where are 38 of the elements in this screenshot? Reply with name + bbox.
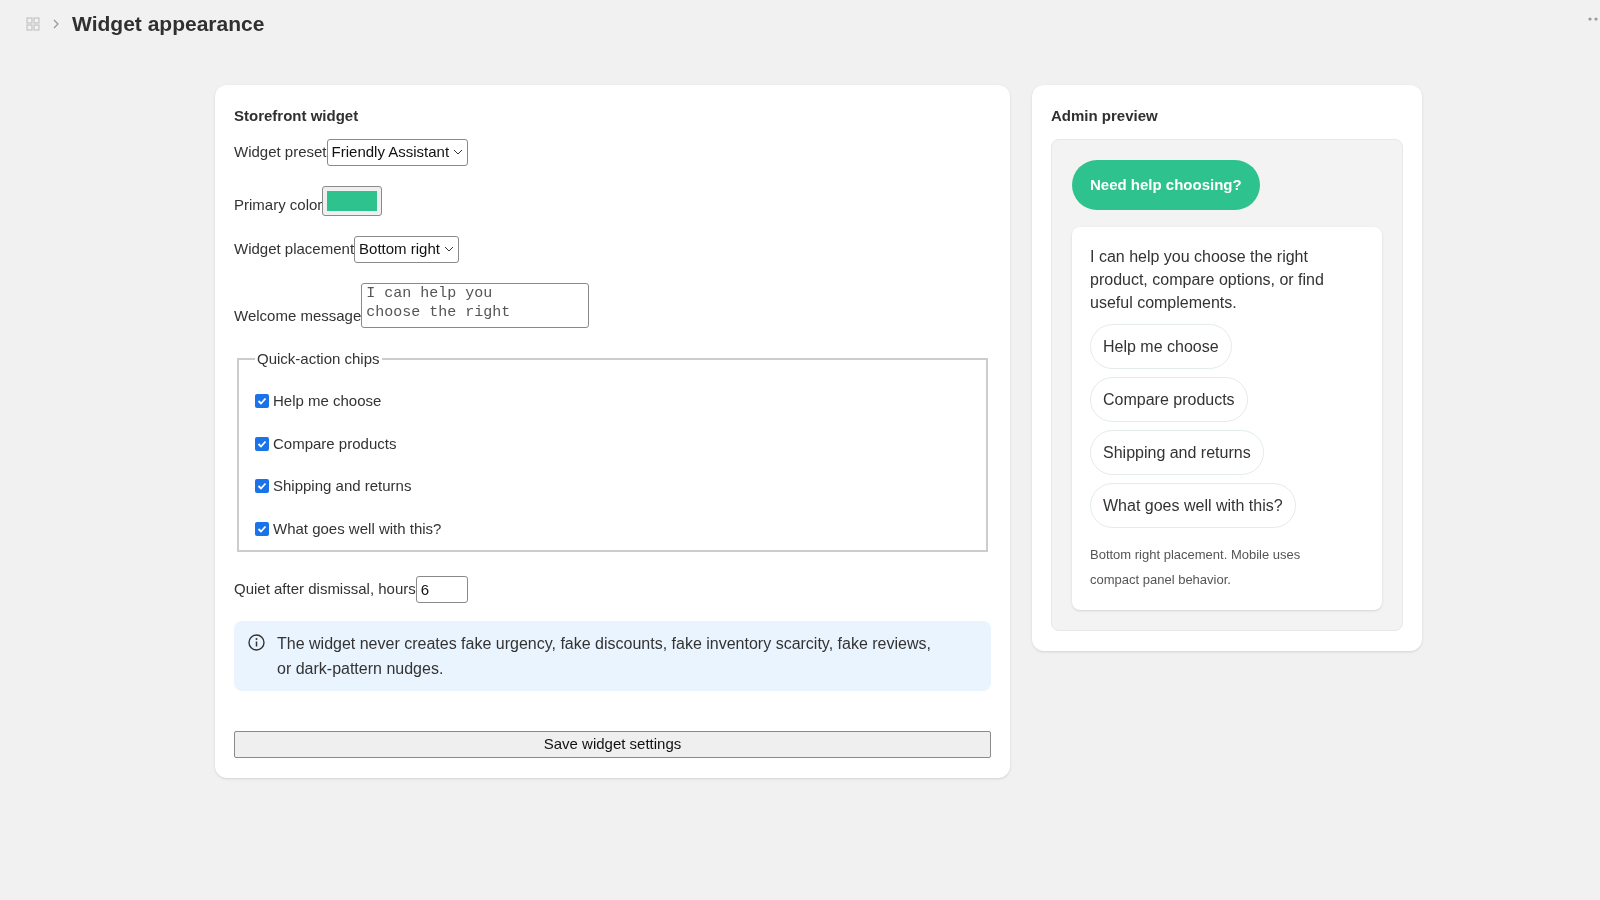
more-icon[interactable] xyxy=(1588,17,1598,21)
chip-button[interactable]: What goes well with this? xyxy=(1090,483,1296,528)
save-button[interactable]: Save widget settings xyxy=(234,731,991,758)
info-icon xyxy=(248,634,265,651)
check-icon xyxy=(257,481,267,492)
notice-text: The widget never creates fake urgency, fake discounts, fake inventory scarcity, fake reviews, or dark-pattern nudges. xyxy=(277,634,932,679)
chevron-right-icon xyxy=(52,18,60,29)
checkbox[interactable] xyxy=(255,436,269,451)
field-label: Primary color xyxy=(234,194,323,215)
chip-button[interactable]: Compare products xyxy=(1090,377,1248,422)
placement-select[interactable]: Bottom right xyxy=(354,236,459,263)
placement-note: Bottom right placement. Mobile uses compact panel behavior. xyxy=(1090,546,1302,589)
field-label: Quiet after dismissal, hours xyxy=(234,579,416,600)
chip-button[interactable]: Shipping and returns xyxy=(1090,430,1264,475)
checkbox-label: Shipping and returns xyxy=(273,476,412,496)
checkbox-label: What goes well with this? xyxy=(273,518,442,539)
fieldset-legend: Quick-action chips xyxy=(255,347,382,370)
checkbox[interactable] xyxy=(255,479,269,494)
card-title: Storefront widget xyxy=(234,105,360,126)
checkbox[interactable] xyxy=(255,394,269,409)
checkbox[interactable] xyxy=(255,521,269,536)
field-label: Widget placement xyxy=(234,239,355,259)
page-title: Widget appearance xyxy=(72,11,265,37)
check-icon xyxy=(257,523,267,534)
check-icon xyxy=(257,438,267,449)
hours-field[interactable]: 6 xyxy=(415,576,468,603)
caret-icon xyxy=(443,246,454,253)
checkbox-label: Compare products xyxy=(273,433,397,454)
field-label: Welcome message xyxy=(234,306,362,326)
chip-button[interactable]: Help me choose xyxy=(1090,324,1232,369)
welcome-message-field[interactable]: I can help you choose the right xyxy=(361,282,590,328)
card-title: Admin preview xyxy=(1051,105,1159,126)
checkbox-label: Help me choose xyxy=(273,391,382,411)
preset-select[interactable]: Friendly Assistant xyxy=(326,139,469,166)
check-icon xyxy=(257,396,267,407)
caret-icon xyxy=(453,149,464,156)
welcome-text: I can help you choose the right product, compare options, or find useful complements. xyxy=(1090,247,1325,313)
field-label: Widget preset xyxy=(234,142,327,162)
